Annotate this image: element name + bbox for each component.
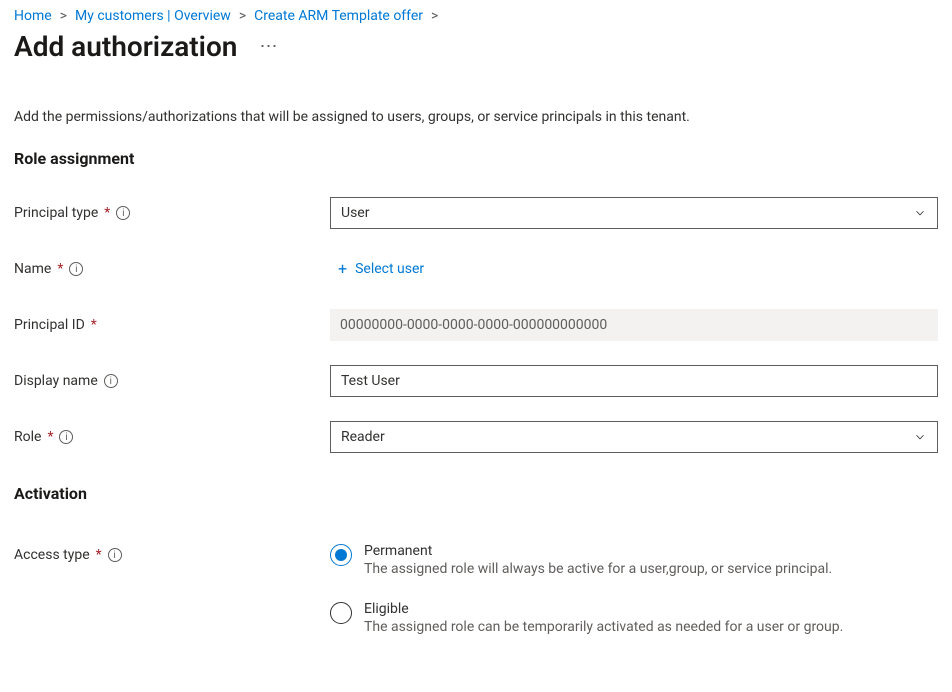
radio-eligible-desc: The assigned role can be temporarily act… (364, 619, 843, 635)
label-text: Display name (14, 373, 98, 389)
display-name-value: Test User (341, 373, 400, 389)
page-description: Add the permissions/authorizations that … (14, 109, 938, 125)
select-value: Reader (341, 429, 385, 445)
info-icon[interactable]: i (116, 206, 130, 220)
radio-eligible[interactable]: Eligible The assigned role can be tempor… (330, 601, 938, 635)
label-text: Role (14, 429, 41, 445)
select-user-button[interactable]: + Select user (330, 257, 432, 281)
required-mark: * (96, 547, 102, 563)
label-name: Name * i (14, 261, 330, 277)
plus-icon: + (338, 261, 347, 277)
info-icon[interactable]: i (69, 262, 83, 276)
radio-dot-icon (335, 549, 347, 561)
row-name: Name * i + Select user (14, 252, 938, 286)
label-principal-id: Principal ID * (14, 317, 330, 333)
info-icon[interactable]: i (59, 430, 73, 444)
row-display-name: Display name i Test User (14, 364, 938, 398)
info-icon[interactable]: i (104, 374, 118, 388)
label-role: Role * i (14, 429, 330, 445)
chevron-down-icon (913, 430, 927, 444)
radio-eligible-label: Eligible (364, 601, 843, 617)
breadcrumb-sep: > (239, 8, 246, 24)
row-principal-id: Principal ID * 00000000-0000-0000-0000-0… (14, 308, 938, 342)
select-value: User (341, 205, 369, 221)
label-text: Access type (14, 547, 90, 563)
radio-permanent-desc: The assigned role will always be active … (364, 561, 832, 577)
page-title-row: Add authorization ⋯ (14, 30, 938, 63)
row-role: Role * i Reader (14, 420, 938, 454)
section-activation: Activation (14, 484, 938, 503)
select-user-label: Select user (355, 261, 424, 277)
label-display-name: Display name i (14, 373, 330, 389)
required-mark: * (91, 317, 97, 333)
info-icon[interactable]: i (108, 548, 122, 562)
principal-id-field: 00000000-0000-0000-0000-000000000000 (330, 309, 938, 341)
radio-icon (330, 544, 352, 566)
principal-type-select[interactable]: User (330, 197, 938, 229)
chevron-down-icon (913, 206, 927, 220)
breadcrumb-my-customers[interactable]: My customers | Overview (75, 8, 231, 24)
label-principal-type: Principal type * i (14, 205, 330, 221)
more-actions-button[interactable]: ⋯ (259, 36, 279, 57)
section-role-assignment: Role assignment (14, 149, 938, 168)
required-mark: * (57, 261, 63, 277)
label-text: Principal type (14, 205, 98, 221)
label-access-type: Access type * i (14, 543, 330, 563)
row-principal-type: Principal type * i User (14, 196, 938, 230)
label-text: Principal ID (14, 317, 85, 333)
access-type-radio-group: Permanent The assigned role will always … (330, 543, 938, 635)
breadcrumb: Home > My customers | Overview > Create … (14, 8, 938, 24)
role-select[interactable]: Reader (330, 421, 938, 453)
radio-icon (330, 602, 352, 624)
required-mark: * (47, 429, 53, 445)
page-title: Add authorization (14, 30, 237, 63)
breadcrumb-home[interactable]: Home (14, 8, 52, 24)
required-mark: * (104, 205, 110, 221)
radio-permanent[interactable]: Permanent The assigned role will always … (330, 543, 938, 577)
label-text: Name (14, 261, 51, 277)
display-name-input[interactable]: Test User (330, 365, 938, 397)
row-access-type: Access type * i Permanent The assigned r… (14, 543, 938, 635)
radio-permanent-label: Permanent (364, 543, 832, 559)
breadcrumb-sep: > (60, 8, 67, 24)
breadcrumb-create-arm-offer[interactable]: Create ARM Template offer (254, 8, 423, 24)
breadcrumb-sep: > (431, 8, 438, 24)
